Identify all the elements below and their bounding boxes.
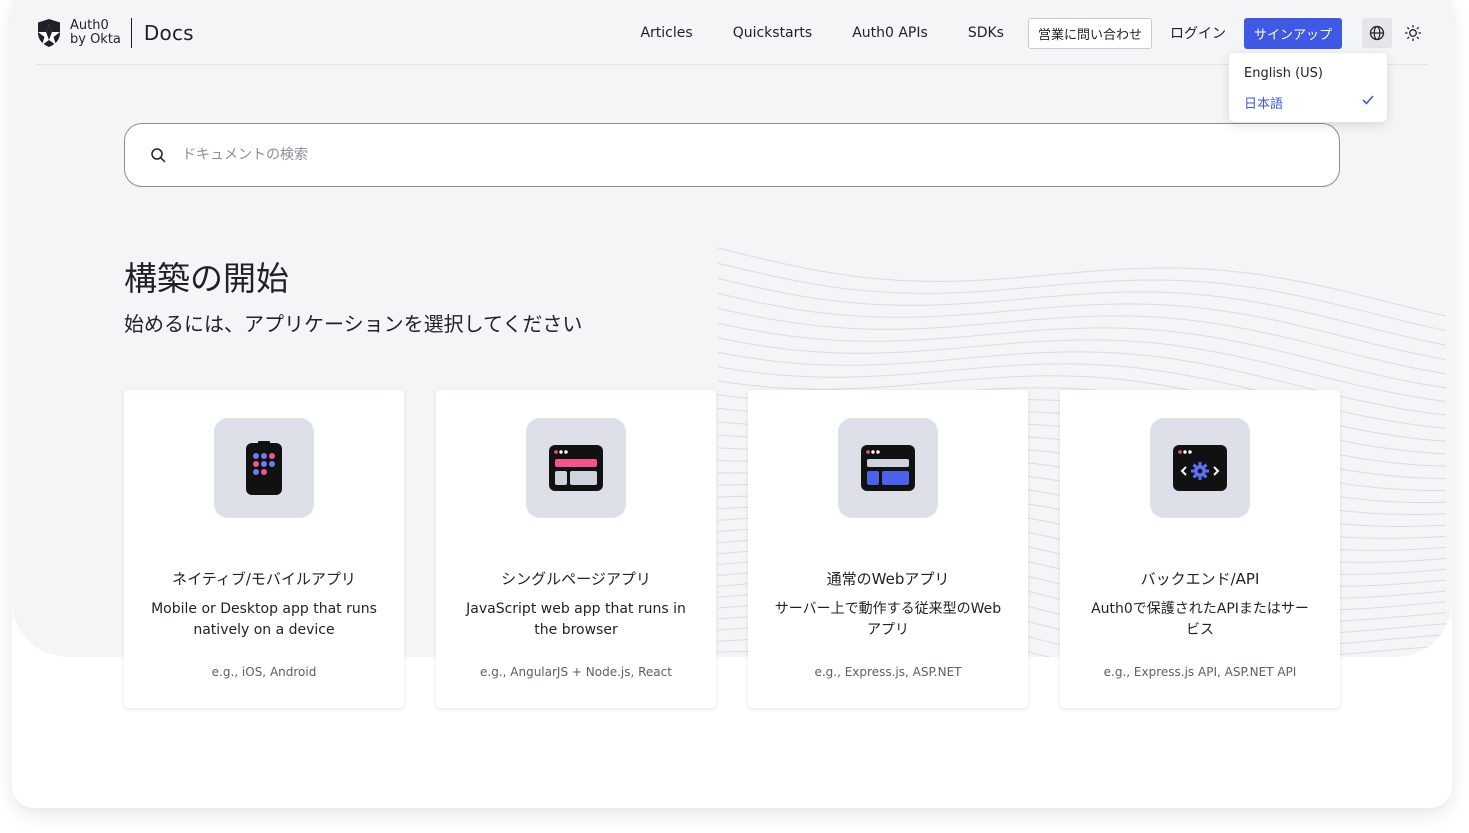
logo-wordmark: Auth0 by Okta — [70, 19, 121, 47]
browser-frame: Auth0 by Okta Docs Articles Quickstarts … — [12, 0, 1452, 808]
nav-quickstarts[interactable]: Quickstarts — [733, 25, 813, 41]
language-option-english[interactable]: English (US) — [1244, 66, 1323, 81]
sun-icon — [1404, 24, 1422, 42]
web-app-icon — [861, 445, 915, 491]
page-subtitle: 始めるには、アプリケーションを選択してください — [124, 312, 583, 336]
card-regular-web-app[interactable]: 通常のWebアプリ サーバー上で動作する従来型のWebアプリ e.g., Exp… — [748, 390, 1028, 708]
auth0-shield-icon — [38, 19, 60, 47]
card-description: Mobile or Desktop app that runs natively… — [151, 601, 377, 638]
card-example: e.g., AngularJS + Node.js, React — [480, 665, 672, 679]
language-dropdown: English (US) 日本語 — [1229, 53, 1387, 122]
card-example: e.g., iOS, Android — [211, 665, 317, 679]
language-button[interactable] — [1362, 18, 1392, 48]
login-link[interactable]: ログイン — [1170, 23, 1226, 43]
globe-icon — [1369, 25, 1385, 41]
nav-sdks[interactable]: SDKs — [968, 25, 1004, 41]
backend-api-icon — [1173, 445, 1227, 491]
main-nav: Articles Quickstarts Auth0 APIs SDKs 営業に… — [600, 17, 1428, 49]
card-description: Auth0で保護されたAPIまたはサービス — [1091, 601, 1309, 638]
search-icon — [151, 148, 166, 163]
search-bar[interactable] — [124, 123, 1340, 187]
nav-auth0-apis[interactable]: Auth0 APIs — [852, 25, 928, 41]
page-title: 構築の開始 — [124, 259, 289, 298]
logo-line-2: by Okta — [70, 32, 121, 47]
card-title: シングルページアプリ — [501, 570, 651, 588]
logo-line-1: Auth0 — [70, 18, 109, 33]
mobile-app-icon — [246, 441, 282, 495]
signup-button[interactable]: サインアップ — [1243, 17, 1342, 49]
card-example: e.g., Express.js API, ASP.NET API — [1103, 665, 1297, 679]
site-header: Auth0 by Okta Docs Articles Quickstarts … — [36, 0, 1428, 65]
auth0-logo[interactable]: Auth0 by Okta Docs — [36, 17, 194, 49]
card-backend-api[interactable]: バックエンド/API Auth0で保護されたAPIまたはサービス e.g., E… — [1060, 390, 1340, 708]
card-icon-tile — [838, 418, 938, 518]
card-native-mobile-app[interactable]: ネイティブ/モバイルアプリ Mobile or Desktop app that… — [124, 390, 404, 708]
app-type-cards: ネイティブ/モバイルアプリ Mobile or Desktop app that… — [124, 390, 1340, 708]
card-example: e.g., Express.js, ASP.NET — [814, 665, 962, 679]
language-option-japanese[interactable]: 日本語 — [1244, 93, 1283, 112]
card-description: JavaScript web app that runs in the brow… — [466, 601, 686, 638]
card-icon-tile — [526, 418, 626, 518]
wave-line — [718, 262, 1447, 332]
wave-line — [718, 322, 1447, 389]
card-title: 通常のWebアプリ — [826, 570, 950, 588]
theme-toggle-button[interactable] — [1398, 18, 1428, 48]
nav-articles[interactable]: Articles — [640, 25, 692, 41]
card-description: サーバー上で動作する従来型のWebアプリ — [774, 601, 1002, 638]
card-single-page-app[interactable]: シングルページアプリ JavaScript web app that runs … — [436, 390, 716, 708]
card-title: ネイティブ/モバイルアプリ — [172, 570, 356, 588]
single-page-app-icon — [549, 445, 603, 491]
docs-label: Docs — [143, 21, 194, 45]
search-input[interactable] — [180, 146, 1284, 164]
check-icon — [1362, 95, 1374, 105]
contact-sales-button[interactable]: 営業に問い合わせ — [1027, 17, 1152, 49]
card-icon-tile — [1150, 418, 1250, 518]
card-title: バックエンド/API — [1140, 570, 1260, 588]
logo-divider — [130, 18, 132, 48]
card-icon-tile — [214, 418, 314, 518]
